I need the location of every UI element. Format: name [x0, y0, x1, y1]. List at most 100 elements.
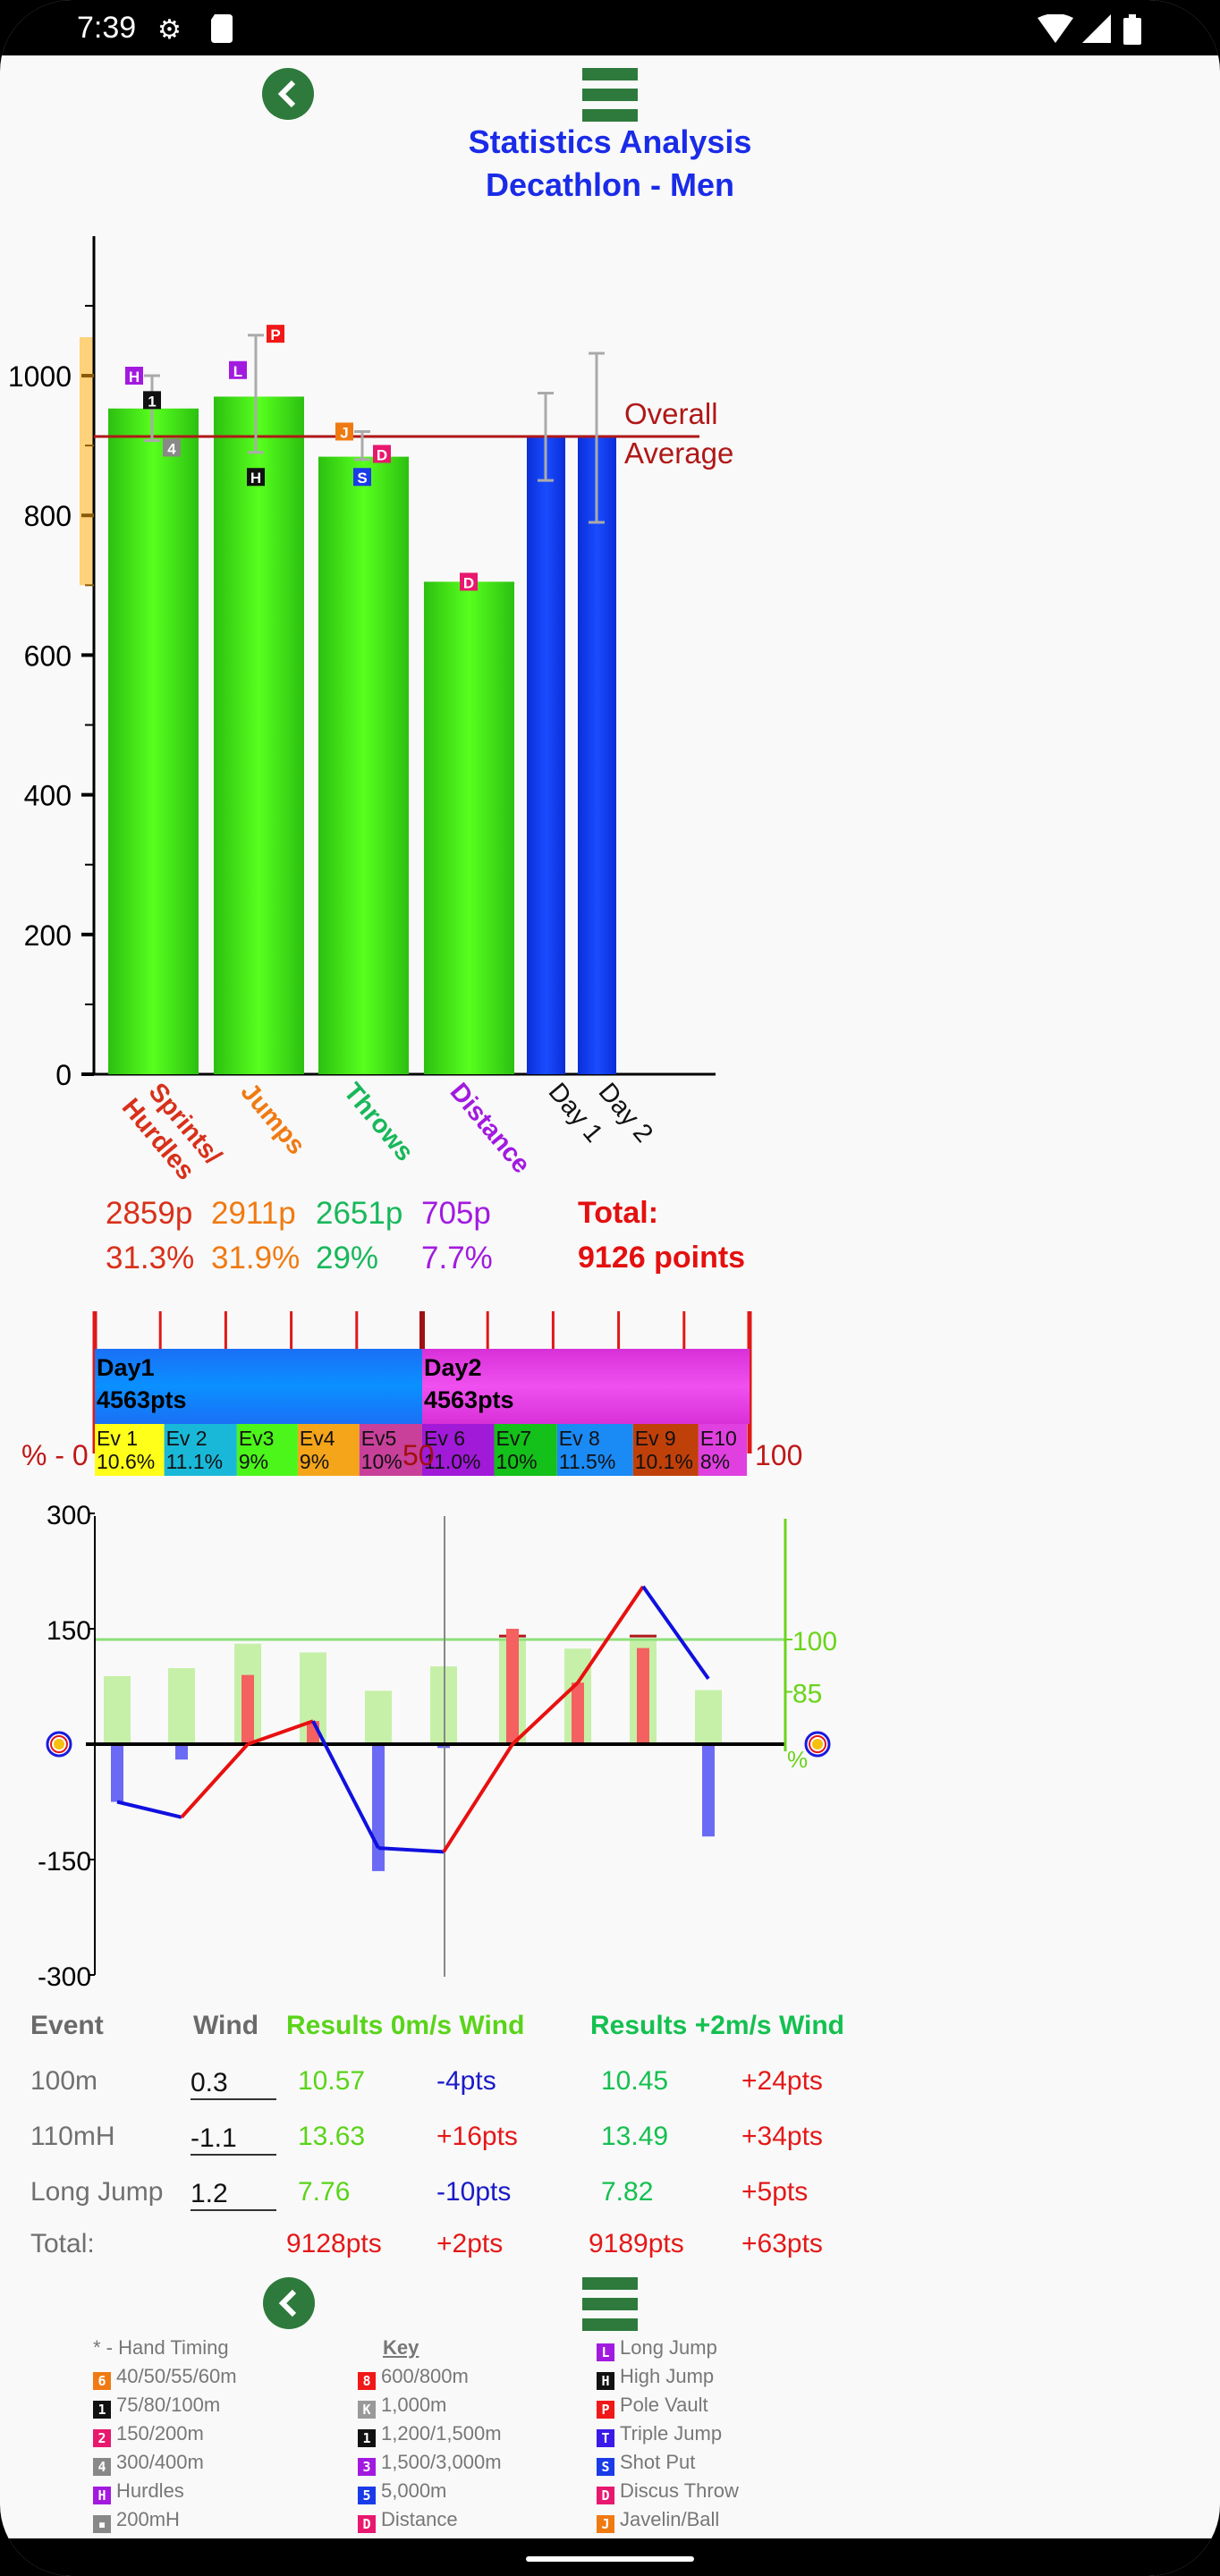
wind-input[interactable] [191, 2172, 276, 2211]
key-item: D Distance [358, 2506, 458, 2533]
key-label: High Jump [620, 2365, 715, 2387]
chevron-left-icon [278, 2289, 297, 2318]
key-badge-icon: D [358, 2515, 376, 2533]
cumulative-line-segment [377, 1846, 445, 1854]
page-title: Statistics Analysis [468, 123, 752, 160]
event-segment-pct: 10.1% [635, 1450, 693, 1473]
positive-deviation-bar [572, 1682, 584, 1744]
y-tick-label: 0 [55, 1059, 72, 1091]
negative-deviation-bar [175, 1744, 188, 1760]
key-item: 1 1,200/1,500m [358, 2420, 502, 2447]
menu-bar-icon [582, 89, 638, 101]
scale-mid-label: 50 [402, 1439, 435, 1471]
back-button[interactable] [262, 68, 314, 120]
negative-deviation-bar [702, 1744, 715, 1837]
key-badge-icon: S [597, 2458, 614, 2476]
target-icon-center [812, 1739, 823, 1750]
percent-bar [695, 1690, 722, 1744]
key-label: Pole Vault [620, 2394, 708, 2416]
key-item: 3 1,500/3,000m [358, 2449, 502, 2476]
x-label-group: Sprints/Hurdles [116, 1078, 227, 1186]
average-label: Average [624, 436, 733, 470]
y-tick-label: 150 [47, 1616, 91, 1646]
key-label: 40/50/55/60m [116, 2365, 237, 2387]
event-segment-label: Ev 9 [635, 1427, 676, 1450]
x-tick-label: Day 2 [593, 1078, 658, 1148]
key-badge-icon: 1 [358, 2429, 376, 2447]
app-screen: 7:39 ⚙ Statistics Analysis Decathlon - M… [0, 0, 1220, 2576]
y-tick-label: -300 [38, 1962, 91, 1992]
menu-bar-icon [582, 68, 638, 80]
positive-deviation-bar [637, 1648, 649, 1744]
back-button-bottom[interactable] [263, 2277, 315, 2329]
diff-0-wind: -4pts [436, 2066, 496, 2096]
header-event: Event [30, 2011, 104, 2040]
total-2-wind: 9189pts [589, 2229, 684, 2258]
y-tick-label: -150 [38, 1847, 91, 1877]
key-badge-icon: D [597, 2487, 614, 2504]
menu-bar-icon [582, 2318, 638, 2331]
wind-input[interactable] [191, 2061, 276, 2100]
event-segment-pct: 10% [361, 1450, 402, 1473]
day1-label: Day1 [97, 1354, 155, 1381]
event-segment-pct: 11.1% [166, 1450, 224, 1473]
event-marker-letter: H [129, 369, 140, 386]
bar-sprints-hurdles [108, 408, 199, 1074]
x-label-group: Distance [445, 1078, 536, 1179]
key-label: Discus Throw [620, 2479, 739, 2502]
event-segment-label: E10 [700, 1427, 737, 1450]
home-handle[interactable] [526, 2556, 694, 2562]
key-item: 8 600/800m [358, 2363, 469, 2390]
key-badge-icon: H [597, 2372, 614, 2390]
event-marker-letter: 4 [167, 440, 176, 457]
group-points: 2911p [211, 1196, 296, 1231]
key-badge-icon: 1 [93, 2401, 111, 2419]
result-2-wind: 7.82 [601, 2177, 654, 2207]
day-distribution-bar: Day1 4563pts Day2 4563pts Ev 110.6% Ev 211.1%… [21, 1311, 802, 1476]
menu-button-bottom[interactable] [582, 2277, 638, 2331]
x-tick-label: Throws [338, 1078, 419, 1167]
event-marker-letter: P [270, 326, 280, 343]
bar-day-2 [578, 436, 616, 1074]
event-marker-letter: D [377, 446, 387, 463]
event-name: Long Jump [30, 2177, 164, 2207]
key-label: 75/80/100m [116, 2394, 221, 2416]
group-percent: 29% [316, 1241, 379, 1275]
event-marker-letter: L [233, 363, 242, 380]
event-segment-label: Ev 1 [97, 1427, 138, 1450]
sd-card-icon [211, 14, 233, 50]
key-badge-icon: 2 [93, 2429, 111, 2447]
key-badge-icon: L [597, 2343, 614, 2361]
bar-day-1 [527, 436, 565, 1074]
negative-deviation-bar [111, 1744, 123, 1802]
y-tick-label: 600 [24, 640, 72, 672]
x-label-group: Day 1 [543, 1078, 608, 1148]
key-badge-icon: ▪ [93, 2515, 111, 2533]
key-label: Shot Put [620, 2451, 696, 2473]
key-label: 1,000m [381, 2394, 447, 2416]
key-badge-icon: K [358, 2401, 376, 2419]
key-item: T Triple Jump [597, 2420, 722, 2447]
event-segment-pct: 10% [496, 1450, 538, 1473]
group-percent: 31.9% [211, 1241, 301, 1275]
target-icon-center [54, 1739, 64, 1750]
key-item: 6 40/50/55/60m [93, 2363, 237, 2390]
chevron-left-icon [277, 80, 296, 108]
y-tick-label: 800 [24, 500, 72, 532]
menu-button[interactable] [582, 68, 638, 122]
result-0-wind: 13.63 [298, 2122, 366, 2151]
header-results-0: Results 0m/s Wind [286, 2011, 525, 2040]
event-segment-label: Ev3 [239, 1427, 275, 1450]
event-marker-letter: 1 [148, 393, 156, 410]
diff-2-wind: +5pts [741, 2177, 809, 2207]
cell-signal-icon [1082, 14, 1111, 50]
scale-right-label: 100 [755, 1439, 802, 1471]
key-item: L Long Jump [597, 2334, 717, 2361]
wind-input[interactable] [191, 2116, 276, 2156]
event-segment-pct: 9% [300, 1450, 329, 1473]
percent-bar [365, 1690, 392, 1744]
negative-deviation-bar [372, 1744, 385, 1871]
positive-deviation-bar [241, 1674, 254, 1744]
event-segment-pct: 10.6% [97, 1450, 155, 1473]
total-diff-0-wind: +2pts [436, 2229, 504, 2258]
